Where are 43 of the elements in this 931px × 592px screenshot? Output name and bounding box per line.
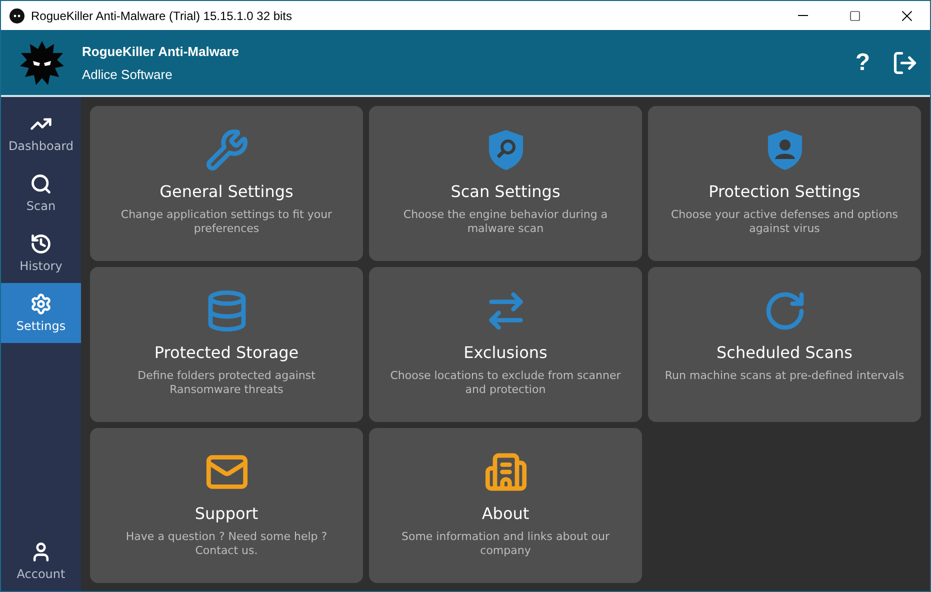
exit-door-icon [892, 50, 918, 76]
settings-card[interactable]: Protection Settings Choose your active defenses and options against virus [648, 106, 921, 261]
settings-card[interactable]: Support Have a question ? Need some help ? Contact us. [90, 428, 363, 583]
card-title: Protected Storage [154, 343, 299, 362]
company-name: Adlice Software [82, 66, 174, 82]
card-description: Choose the engine behavior during a malware scan [402, 208, 609, 236]
gear-icon [30, 293, 52, 315]
settings-card[interactable]: About Some information and links about our company [369, 428, 642, 583]
window-title: RogueKiller Anti-Malware (Trial) 15.15.1.0 32 bits [31, 8, 294, 22]
card-description: Choose your active defenses and options against virus [670, 208, 900, 236]
card-title: Scheduled Scans [716, 343, 852, 362]
history-icon [30, 233, 52, 255]
app-icon [9, 8, 25, 24]
sidebar-item[interactable]: Scan [1, 163, 81, 223]
wrench-icon [204, 128, 248, 172]
settings-card[interactable]: General Settings Change application settings to fit your preferences [90, 106, 363, 261]
card-description: Choose locations to exclude from scanner and protection [389, 369, 622, 397]
card-description: Change application settings to fit your preferences [120, 208, 334, 236]
card-title: About [482, 504, 530, 523]
minimize-icon [798, 15, 808, 16]
card-title: Scan Settings [450, 182, 560, 201]
card-description: Have a question ? Need some help ? Contact us. [124, 530, 328, 558]
help-button[interactable]: ? [847, 48, 878, 76]
card-title: General Settings [160, 182, 294, 201]
sidebar-item[interactable]: Dashboard [1, 103, 81, 163]
search-icon [30, 173, 52, 195]
card-description: Run machine scans at pre-defined intervals [664, 369, 906, 383]
app-name: RogueKiller Anti-Malware [82, 44, 240, 58]
settings-card[interactable]: Protected Storage Define folders protected against Ransomware threats [90, 267, 363, 422]
card-title: Support [194, 504, 258, 523]
settings-card[interactable]: Scheduled Scans Run machine scans at pre-defined intervals [648, 267, 921, 422]
monster-logo [18, 40, 64, 86]
exit-button[interactable] [892, 50, 918, 76]
card-title: Protection Settings [708, 182, 860, 201]
sidebar-item[interactable]: History [1, 223, 81, 283]
settings-card[interactable]: Scan Settings Choose the engine behavior during a malware scan [369, 106, 642, 261]
sidebar-item[interactable]: Settings [1, 283, 81, 343]
card-description: Define folders protected against Ransomware threats [136, 369, 316, 397]
card-title: Exclusions [464, 343, 548, 362]
maximize-icon [849, 10, 861, 22]
sidebar-item[interactable]: Account [1, 531, 81, 591]
settings-card[interactable]: Exclusions Choose locations to exclude from scanner and protection [369, 267, 642, 422]
card-description: Some information and links about our company [400, 530, 610, 558]
